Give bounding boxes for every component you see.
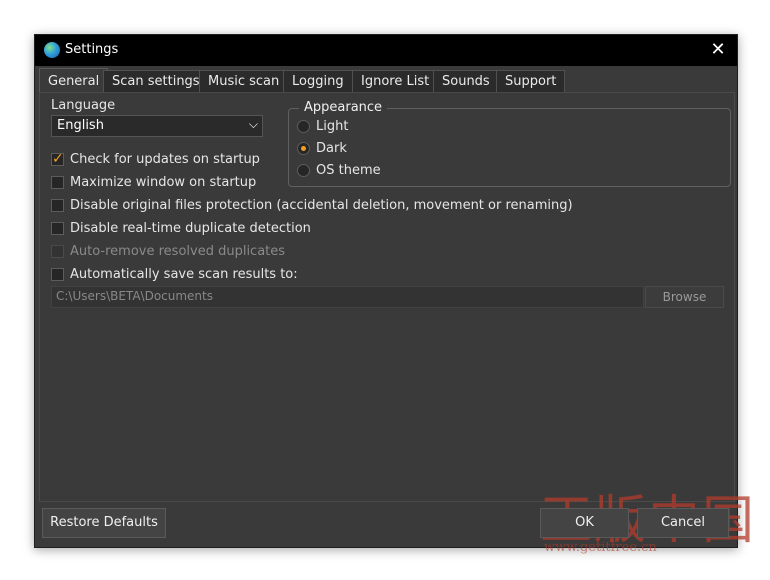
checkmark-icon: ✓ xyxy=(52,151,64,167)
ok-button[interactable]: OK xyxy=(540,508,629,538)
checkbox-label: Automatically save scan results to: xyxy=(70,267,298,282)
checkbox-label: Auto-remove resolved duplicates xyxy=(70,244,286,259)
radio-button[interactable] xyxy=(297,164,310,177)
title-bar: Settings ✕ xyxy=(35,35,737,66)
radio-label: OS theme xyxy=(316,163,381,178)
tab-sounds[interactable]: Sounds xyxy=(433,70,499,93)
tab-general[interactable]: General xyxy=(39,68,109,95)
checkbox-label: Maximize window on startup xyxy=(70,175,257,190)
appearance-title: Appearance xyxy=(299,100,388,115)
cancel-button[interactable]: Cancel xyxy=(637,508,729,538)
language-value: English xyxy=(57,118,104,133)
checkbox[interactable]: ✓ xyxy=(51,151,64,167)
checkbox-label: Disable original files protection (accid… xyxy=(70,198,573,213)
checkbox[interactable] xyxy=(51,222,64,235)
general-panel: Language English ⌵ Appearance Light Dark… xyxy=(39,92,754,555)
radio-button[interactable] xyxy=(297,142,310,155)
checkbox-label: Check for updates on startup xyxy=(70,152,260,167)
tab-logging[interactable]: Logging xyxy=(283,70,353,93)
checkbox-label: Disable real-time duplicate detection xyxy=(70,221,311,236)
tab-ignore-list[interactable]: Ignore List xyxy=(352,70,439,93)
restore-defaults-button[interactable]: Restore Defaults xyxy=(42,508,166,538)
checkbox[interactable] xyxy=(51,199,64,212)
language-select[interactable]: English ⌵ xyxy=(51,115,263,137)
settings-window: Settings ✕ General Scan settings Music s… xyxy=(34,34,754,555)
tab-scan-settings[interactable]: Scan settings xyxy=(103,70,209,93)
appearance-group: Appearance Light Dark OS theme xyxy=(288,100,731,187)
save-path-field: C:\Users\BETA\Documents xyxy=(51,286,644,308)
tab-music-scan[interactable]: Music scan xyxy=(199,70,289,93)
radio-label: Dark xyxy=(316,141,347,156)
radio-button[interactable] xyxy=(297,120,310,133)
checkbox[interactable] xyxy=(51,176,64,189)
globe-icon xyxy=(44,42,60,58)
radio-label: Light xyxy=(316,119,349,134)
window-title: Settings xyxy=(65,42,119,57)
checkbox[interactable] xyxy=(51,268,64,281)
tab-support[interactable]: Support xyxy=(496,70,566,93)
language-label: Language xyxy=(51,98,116,113)
checkbox xyxy=(51,245,64,258)
watermark-url: www.getitfree.cn xyxy=(544,540,657,555)
close-icon[interactable]: ✕ xyxy=(707,39,729,61)
chevron-down-icon: ⌵ xyxy=(248,117,258,131)
browse-button: Browse xyxy=(645,286,724,308)
